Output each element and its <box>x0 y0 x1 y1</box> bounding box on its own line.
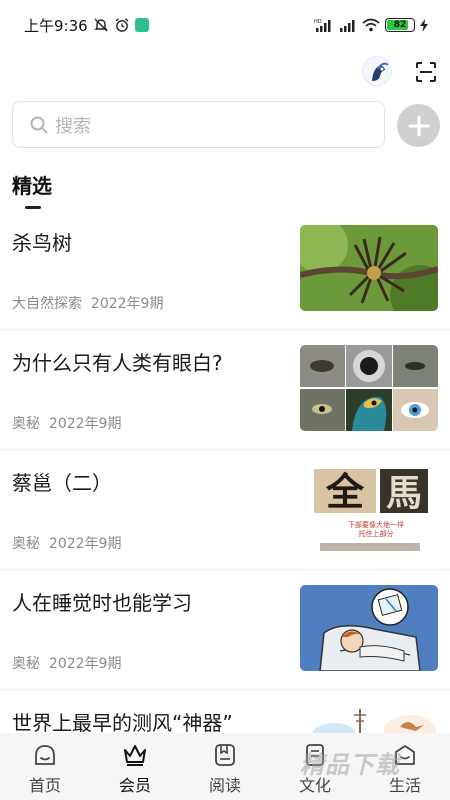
book-icon <box>215 744 235 766</box>
article-issue: 2022年9期 <box>48 536 122 552</box>
status-time: 上午9:36 <box>24 16 88 35</box>
battery-icon: 82 <box>385 18 415 32</box>
calligraphy-char-1: 全 <box>325 469 365 514</box>
article-meta: 奥秘 2022年9期 <box>12 533 121 553</box>
section-title[interactable]: 精选 <box>12 170 52 199</box>
app-notification-icon <box>134 18 149 32</box>
user-avatar[interactable] <box>362 56 392 86</box>
article-issue: 2022年9期 <box>48 416 122 432</box>
plus-icon <box>408 115 429 136</box>
alarm-clock-icon <box>115 18 129 32</box>
article-list: 杀鸟树 大自然探索 2022年9期 为什么只有人类有眼白? 奥秘 2022年9期 <box>0 210 450 800</box>
home-icon <box>35 745 55 765</box>
section-tab-indicator <box>25 206 41 209</box>
top-header <box>0 50 450 95</box>
article-issue: 2022年9期 <box>90 296 164 312</box>
article-issue: 2022年9期 <box>48 656 122 672</box>
article-title: 为什么只有人类有眼白? <box>12 351 223 375</box>
scan-icon[interactable] <box>414 60 438 84</box>
signal-hd-icon: HD <box>314 19 331 32</box>
crown-icon <box>124 745 146 766</box>
nav-home[interactable]: 首页 <box>0 733 90 800</box>
article-title: 世界上最早的测风“神器” <box>12 711 233 735</box>
thumb-caption-2: 托住上部分 <box>359 529 394 538</box>
article-thumbnail <box>300 225 438 311</box>
article-item[interactable]: 杀鸟树 大自然探索 2022年9期 <box>0 210 450 330</box>
nav-label: 阅读 <box>208 776 241 795</box>
charging-icon <box>420 18 428 32</box>
article-thumbnail <box>300 585 438 671</box>
article-meta: 大自然探索 2022年9期 <box>12 293 163 313</box>
article-item[interactable]: 人在睡觉时也能学习 奥秘 2022年9期 <box>0 570 450 690</box>
article-title: 杀鸟树 <box>12 231 72 255</box>
nav-label: 会员 <box>118 776 151 795</box>
article-meta: 奥秘 2022年9期 <box>12 653 121 673</box>
watermark: 精品下载 <box>300 751 400 779</box>
article-source: 奥秘 <box>12 536 40 552</box>
thumb-caption-1: 下部要像大地一样 <box>348 520 404 529</box>
article-title: 蔡邕（二） <box>12 471 112 495</box>
article-source: 奥秘 <box>12 656 40 672</box>
status-bar: 上午9:36 HD 82 <box>0 0 450 50</box>
search-input[interactable]: 搜索 <box>12 101 385 148</box>
article-meta: 奥秘 2022年9期 <box>12 413 121 433</box>
nav-label: 首页 <box>28 776 61 795</box>
article-title: 人在睡觉时也能学习 <box>12 591 192 615</box>
article-thumbnail: 全 馬 下部要像大地一样 托住上部分 <box>300 465 438 551</box>
search-icon <box>30 116 48 133</box>
nav-member[interactable]: 会员 <box>90 733 180 800</box>
nav-read[interactable]: 阅读 <box>180 733 270 800</box>
article-thumbnail <box>300 345 438 431</box>
article-item[interactable]: 蔡邕（二） 奥秘 2022年9期 全 馬 下部要像大地一样 托住上部分 <box>0 450 450 570</box>
add-button[interactable] <box>397 104 440 147</box>
svg-text:HD: HD <box>314 19 322 25</box>
article-source: 大自然探索 <box>12 296 82 312</box>
article-item[interactable]: 为什么只有人类有眼白? 奥秘 2022年9期 <box>0 330 450 450</box>
article-source: 奥秘 <box>12 416 40 432</box>
search-placeholder: 搜索 <box>55 115 91 137</box>
wifi-icon <box>362 18 380 32</box>
calligraphy-char-2: 馬 <box>386 472 422 514</box>
signal-icon <box>340 20 355 32</box>
bell-off-icon <box>93 18 108 32</box>
battery-level: 82 <box>393 20 407 30</box>
